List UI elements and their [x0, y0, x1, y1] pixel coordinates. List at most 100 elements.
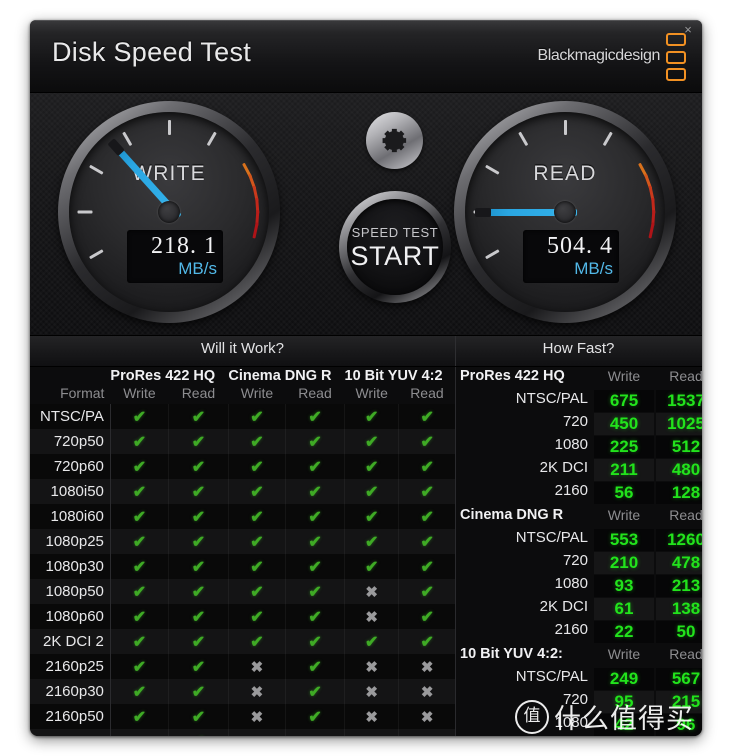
support-cell: ✔ [227, 404, 286, 429]
start-button-label: START [350, 241, 440, 271]
close-icon[interactable]: × [680, 22, 696, 38]
start-button-face: SPEED TEST START [347, 199, 443, 295]
check-icon: ✔ [132, 558, 147, 576]
check-icon: ✔ [191, 408, 206, 426]
support-cell: ✔ [398, 404, 455, 429]
support-cell: ✖ [398, 654, 455, 679]
table-row: 2K DCI 2 ✔ ✔ ✔ ✔ ✔ ✔ [30, 629, 455, 654]
column-header-read-2: Read [181, 385, 216, 401]
cross-icon: ✖ [420, 683, 434, 701]
brand-label: Blackmagicdesign [537, 47, 660, 64]
table-row: 1080i60 ✔ ✔ ✔ ✔ ✔ ✔ [30, 504, 455, 529]
read-speed-value: 96 [656, 714, 702, 736]
support-cell: ✔ [398, 554, 455, 579]
column-header-write: Write [607, 646, 641, 662]
result-row: 2160 22 50 [456, 620, 702, 643]
check-icon: ✔ [364, 408, 379, 426]
check-icon: ✔ [250, 633, 264, 651]
cross-icon: ✖ [250, 683, 264, 701]
support-cell: ✔ [285, 554, 345, 579]
check-icon: ✔ [250, 483, 264, 501]
cross-icon: ✖ [133, 734, 146, 737]
resolution-label: NTSC/PAL [515, 390, 588, 407]
cross-icon: ✖ [251, 734, 264, 737]
check-icon: ✔ [250, 608, 264, 626]
check-icon: ✔ [250, 408, 264, 426]
column-header-read: Read [669, 646, 702, 662]
write-gauge: WRITE 218. 1 MB/s [58, 101, 280, 323]
support-cell: ✔ [344, 504, 399, 529]
cross-icon: ✖ [250, 708, 264, 726]
write-value: 218. 1 [151, 233, 217, 259]
settings-button[interactable] [366, 112, 423, 169]
table-row: NTSC/PA ✔ ✔ ✔ ✔ ✔ ✔ [30, 404, 455, 429]
check-icon: ✔ [250, 533, 264, 551]
gauge-redzone [243, 220, 259, 239]
check-icon: ✔ [308, 508, 322, 526]
support-cell: ✖ [344, 604, 399, 629]
support-cell: ✔ [398, 479, 455, 504]
write-speed-value: 22 [594, 621, 654, 643]
gauge-tick [563, 120, 567, 135]
group-header-row: ProRes 422 HQ Cinema DNG R 10 Bit YUV 4:… [30, 367, 455, 385]
resolution-label: 720 [562, 552, 588, 569]
resolution-label: 1080 [554, 575, 588, 592]
check-icon: ✔ [420, 533, 434, 551]
resolution-label: 2K DCI [539, 459, 588, 476]
format-label: 1080p60 [30, 604, 111, 629]
check-icon: ✔ [420, 608, 434, 626]
format-label: 2K DCI 2 [30, 629, 111, 654]
resolution-label: 720 [562, 413, 588, 430]
result-row: NTSC/PAL 675 1537 [456, 389, 702, 412]
read-speed-value: 480 [656, 459, 702, 481]
support-cell: ✖ [109, 729, 169, 737]
result-row: 720 210 478 [456, 551, 702, 574]
write-speed-value: 56 [594, 482, 654, 504]
support-cell: ✖ [398, 679, 455, 704]
result-row: 1080 42 96 [456, 713, 702, 736]
how-fast-results: ProRes 422 HQ Write Read NTSC/PAL 675 1537 720… [456, 367, 702, 736]
support-cell: ✔ [167, 604, 229, 629]
check-icon: ✔ [132, 408, 147, 426]
check-icon: ✔ [250, 558, 264, 576]
support-cell: ✔ [167, 554, 229, 579]
check-icon: ✔ [308, 458, 322, 476]
write-speed-value: 211 [594, 459, 654, 481]
support-cell: ✔ [167, 429, 229, 454]
support-cell: ✖ [398, 729, 455, 736]
check-icon: ✔ [132, 683, 147, 701]
write-readout: 218. 1 MB/s [127, 230, 223, 283]
support-cell: ✖ [227, 729, 286, 737]
result-block-header: ProRes 422 HQ Write Read [456, 367, 702, 389]
result-row: 2K DCI 211 480 [456, 458, 702, 481]
support-cell: ✔ [167, 729, 229, 736]
support-cell: ✔ [167, 404, 229, 429]
write-gauge-label: WRITE [132, 162, 206, 185]
cross-icon: ✖ [365, 708, 378, 726]
support-cell: ✔ [227, 454, 286, 479]
check-icon: ✔ [191, 458, 206, 476]
support-cell: ✔ [167, 654, 229, 679]
support-cell: ✔ [285, 629, 345, 654]
how-fast-heading: How Fast? [542, 340, 615, 357]
check-icon: ✔ [132, 583, 147, 601]
support-cell: ✔ [109, 429, 169, 454]
result-row: 2K DCI 61 138 [456, 597, 702, 620]
support-cell: ✔ [167, 704, 229, 729]
gauge-tick [602, 131, 613, 147]
column-header-write-5: Write [355, 385, 388, 401]
write-speed-value: 95 [594, 691, 654, 713]
speed-test-start-button[interactable]: SPEED TEST START [339, 191, 451, 303]
check-icon: ✔ [191, 658, 206, 676]
check-icon: ✔ [191, 633, 206, 651]
read-unit: MB/s [574, 259, 613, 278]
check-icon: ✔ [364, 483, 379, 501]
title-bar: Disk Speed Test Blackmagicdesign × [30, 20, 702, 93]
read-speed-value: 138 [656, 598, 702, 620]
blackmagic-logo-icon [666, 33, 688, 81]
support-cell: ✔ [167, 479, 229, 504]
check-icon: ✔ [191, 483, 206, 501]
format-label: 720p60 [30, 454, 111, 479]
column-header-write-3: Write [240, 385, 274, 401]
gauge-tick [77, 210, 92, 214]
